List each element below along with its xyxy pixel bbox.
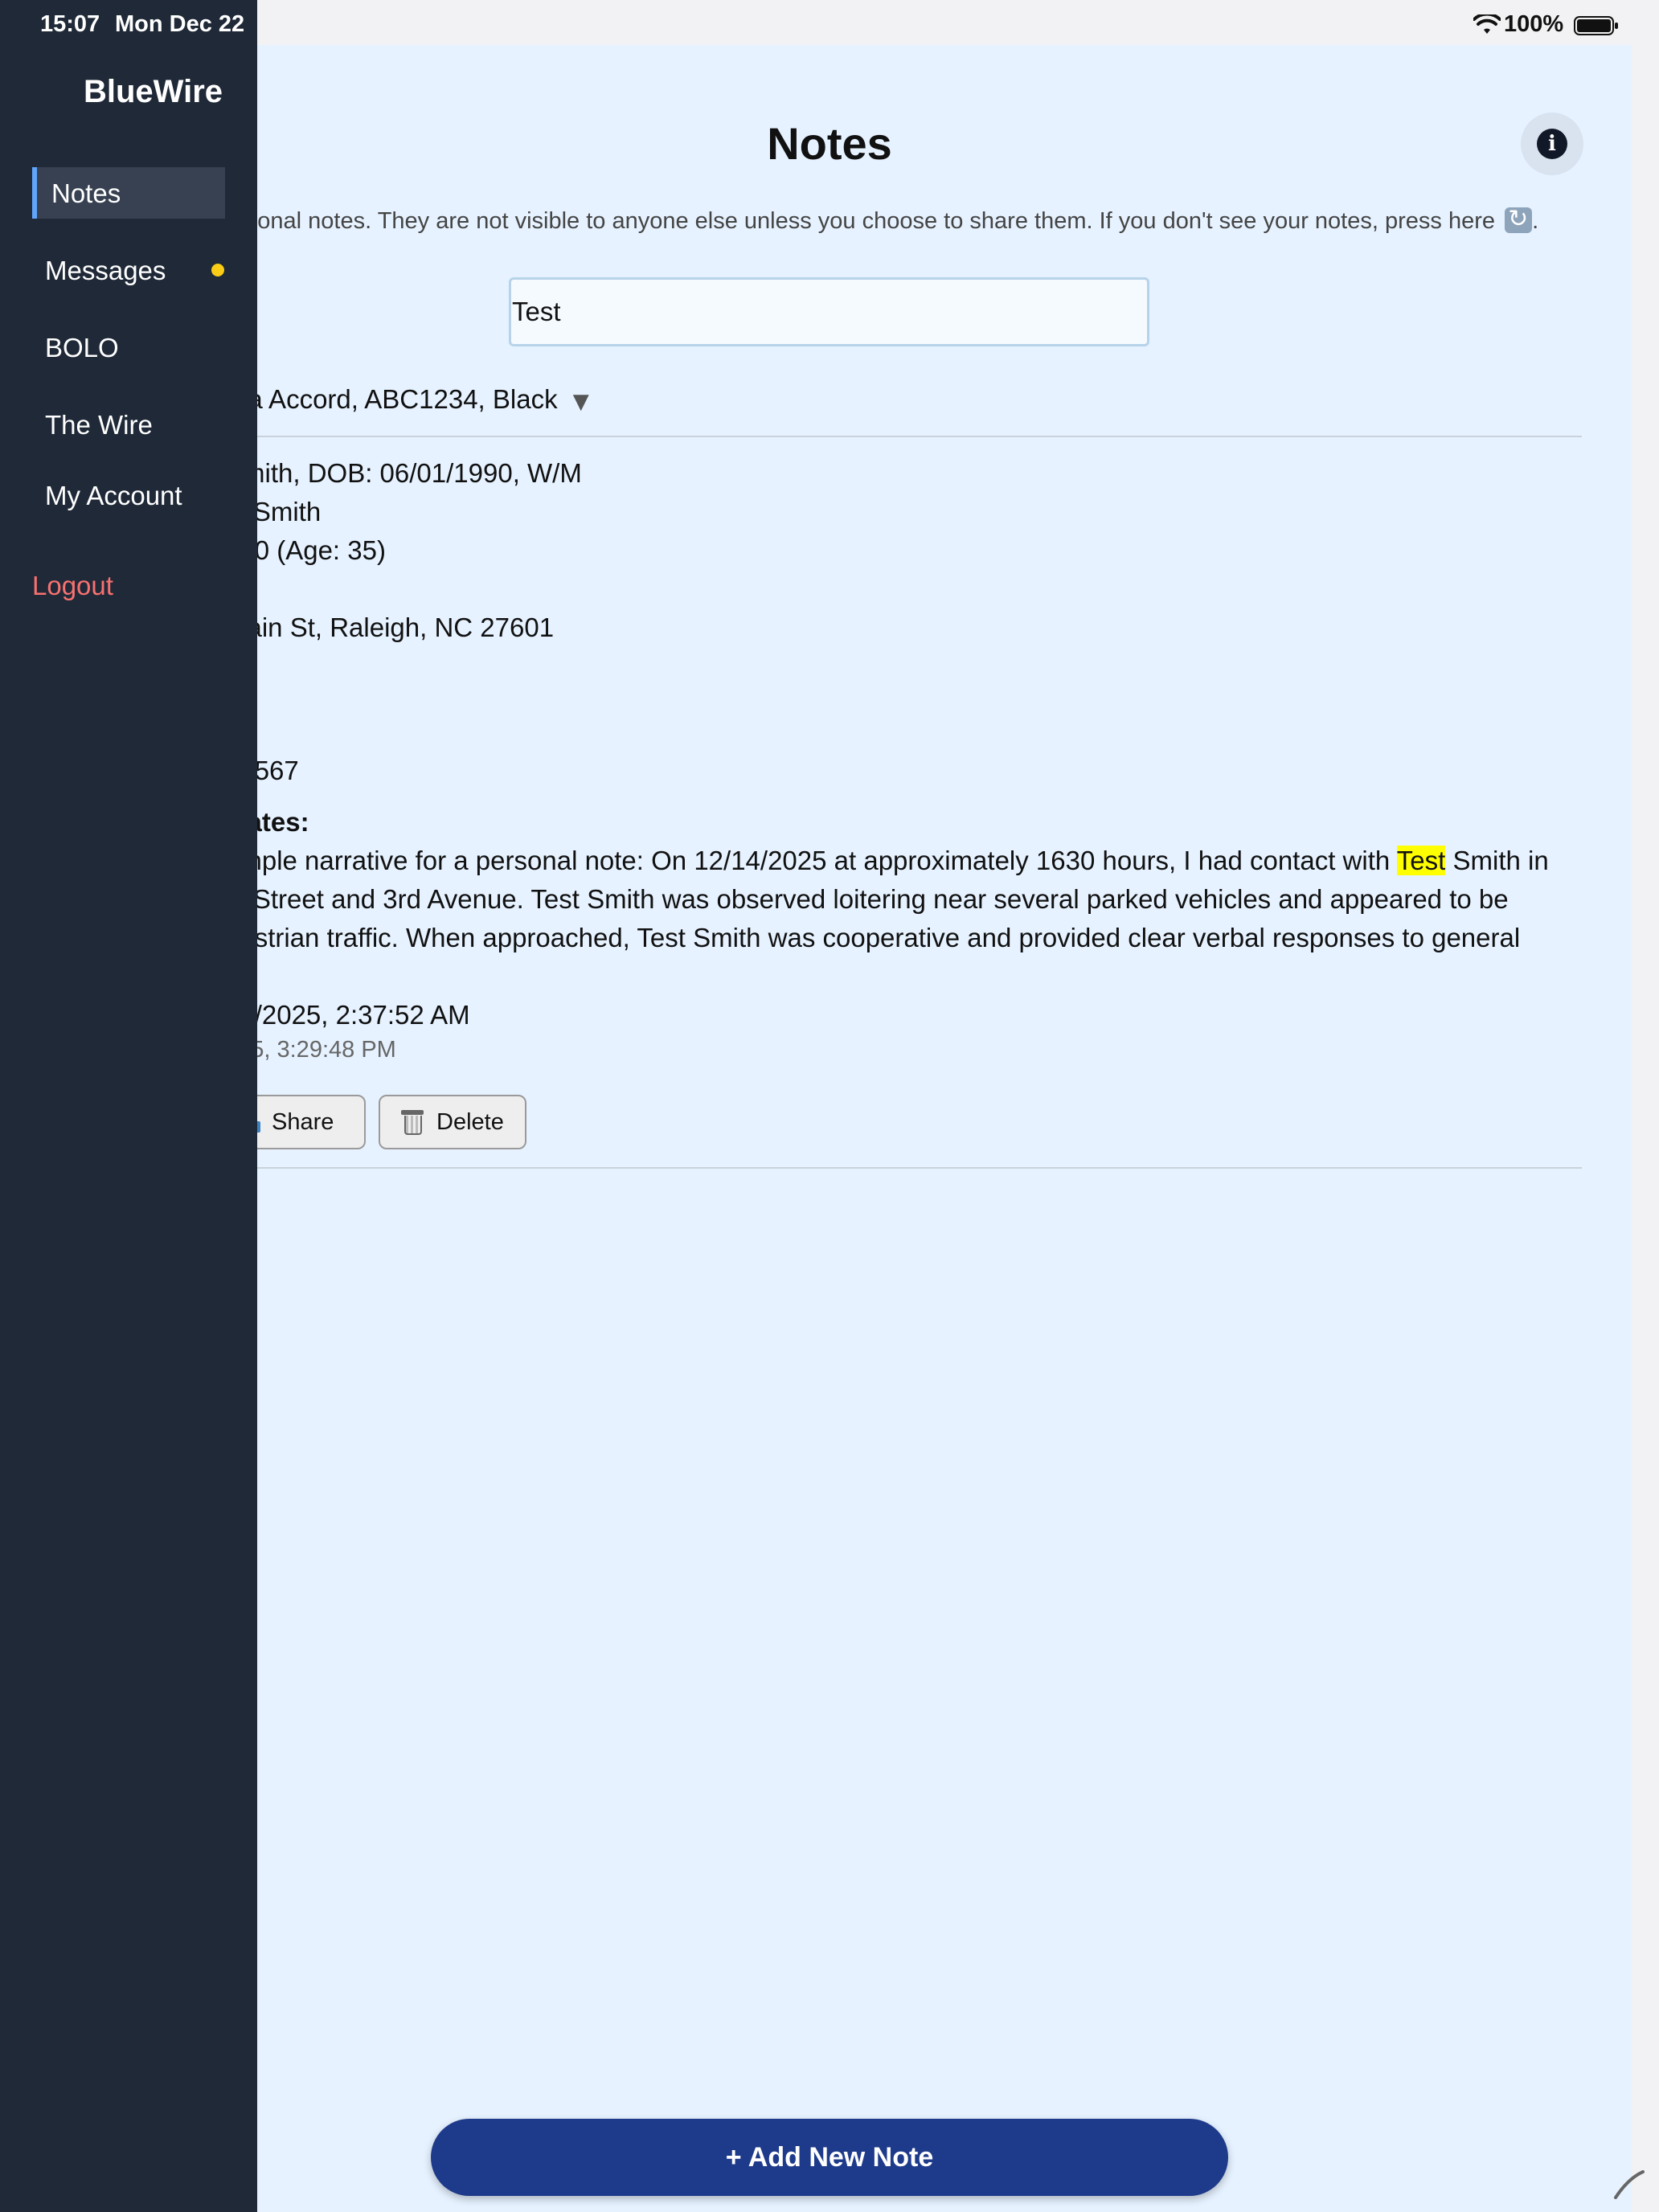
- sidebar-item-notes[interactable]: Notes: [51, 178, 121, 209]
- info-icon: i: [1537, 129, 1567, 159]
- sidebar-item-bolo[interactable]: BOLO: [45, 333, 119, 363]
- battery-icon: [1574, 16, 1618, 35]
- divider: [241, 1167, 1582, 1169]
- info-button[interactable]: i: [1521, 113, 1583, 175]
- battery-percent: 100%: [1504, 11, 1564, 37]
- note-narrative-line-3: destrian traffic. When approached, Test …: [225, 923, 1521, 952]
- note-narrative-line-1: ample narrative for a personal note: On …: [225, 846, 1549, 876]
- delete-button[interactable]: Delete: [379, 1095, 526, 1149]
- active-nav-indicator: [32, 167, 37, 219]
- note-person: Smith, DOB: 06/01/1990, W/M: [225, 458, 582, 488]
- intro-text-end: .: [1532, 208, 1539, 234]
- divider: [241, 436, 1582, 437]
- share-label: Share: [272, 1108, 334, 1135]
- unread-dot: [211, 264, 224, 276]
- add-new-note-button[interactable]: + Add New Note: [431, 2119, 1228, 2196]
- search-highlight: Test: [1396, 846, 1446, 875]
- note-narrative-line-2: in Street and 3rd Avenue. Test Smith was…: [225, 884, 1509, 914]
- note-address: Main St, Raleigh, NC 27601: [225, 612, 555, 642]
- status-date: Mon Dec 22: [115, 11, 245, 37]
- sidebar: 15:07 Mon Dec 22 BlueWire Notes Messages…: [0, 0, 257, 2212]
- vehicle-text: da Accord, ABC1234, Black: [233, 384, 558, 414]
- wifi-icon: [1473, 14, 1501, 34]
- intro-text: ersonal notes. They are not visible to a…: [225, 205, 1539, 235]
- status-time: 15:07: [40, 11, 100, 37]
- refresh-icon[interactable]: [1505, 205, 1533, 233]
- delete-label: Delete: [436, 1108, 504, 1135]
- sidebar-item-messages[interactable]: Messages: [45, 256, 166, 286]
- search-input[interactable]: [509, 277, 1149, 346]
- note-created: 20/2025, 2:37:52 AM: [225, 1000, 470, 1030]
- sidebar-item-my-account[interactable]: My Account: [45, 481, 182, 511]
- narrative-text: Smith in: [1445, 846, 1549, 875]
- brand-logo-text: BlueWire: [84, 74, 223, 109]
- resize-handle-icon[interactable]: [1612, 2167, 1645, 2199]
- sidebar-item-the-wire[interactable]: The Wire: [45, 410, 153, 440]
- intro-text-body: ersonal notes. They are not visible to a…: [225, 208, 1495, 234]
- logout-button[interactable]: Logout: [32, 571, 113, 601]
- chevron-down-icon[interactable]: ▼: [573, 390, 589, 414]
- note-vehicle-header[interactable]: da Accord, ABC1234, Black ▼: [233, 384, 589, 415]
- narrative-text: ample narrative for a personal note: On …: [225, 846, 1397, 875]
- trash-icon: [401, 1108, 424, 1136]
